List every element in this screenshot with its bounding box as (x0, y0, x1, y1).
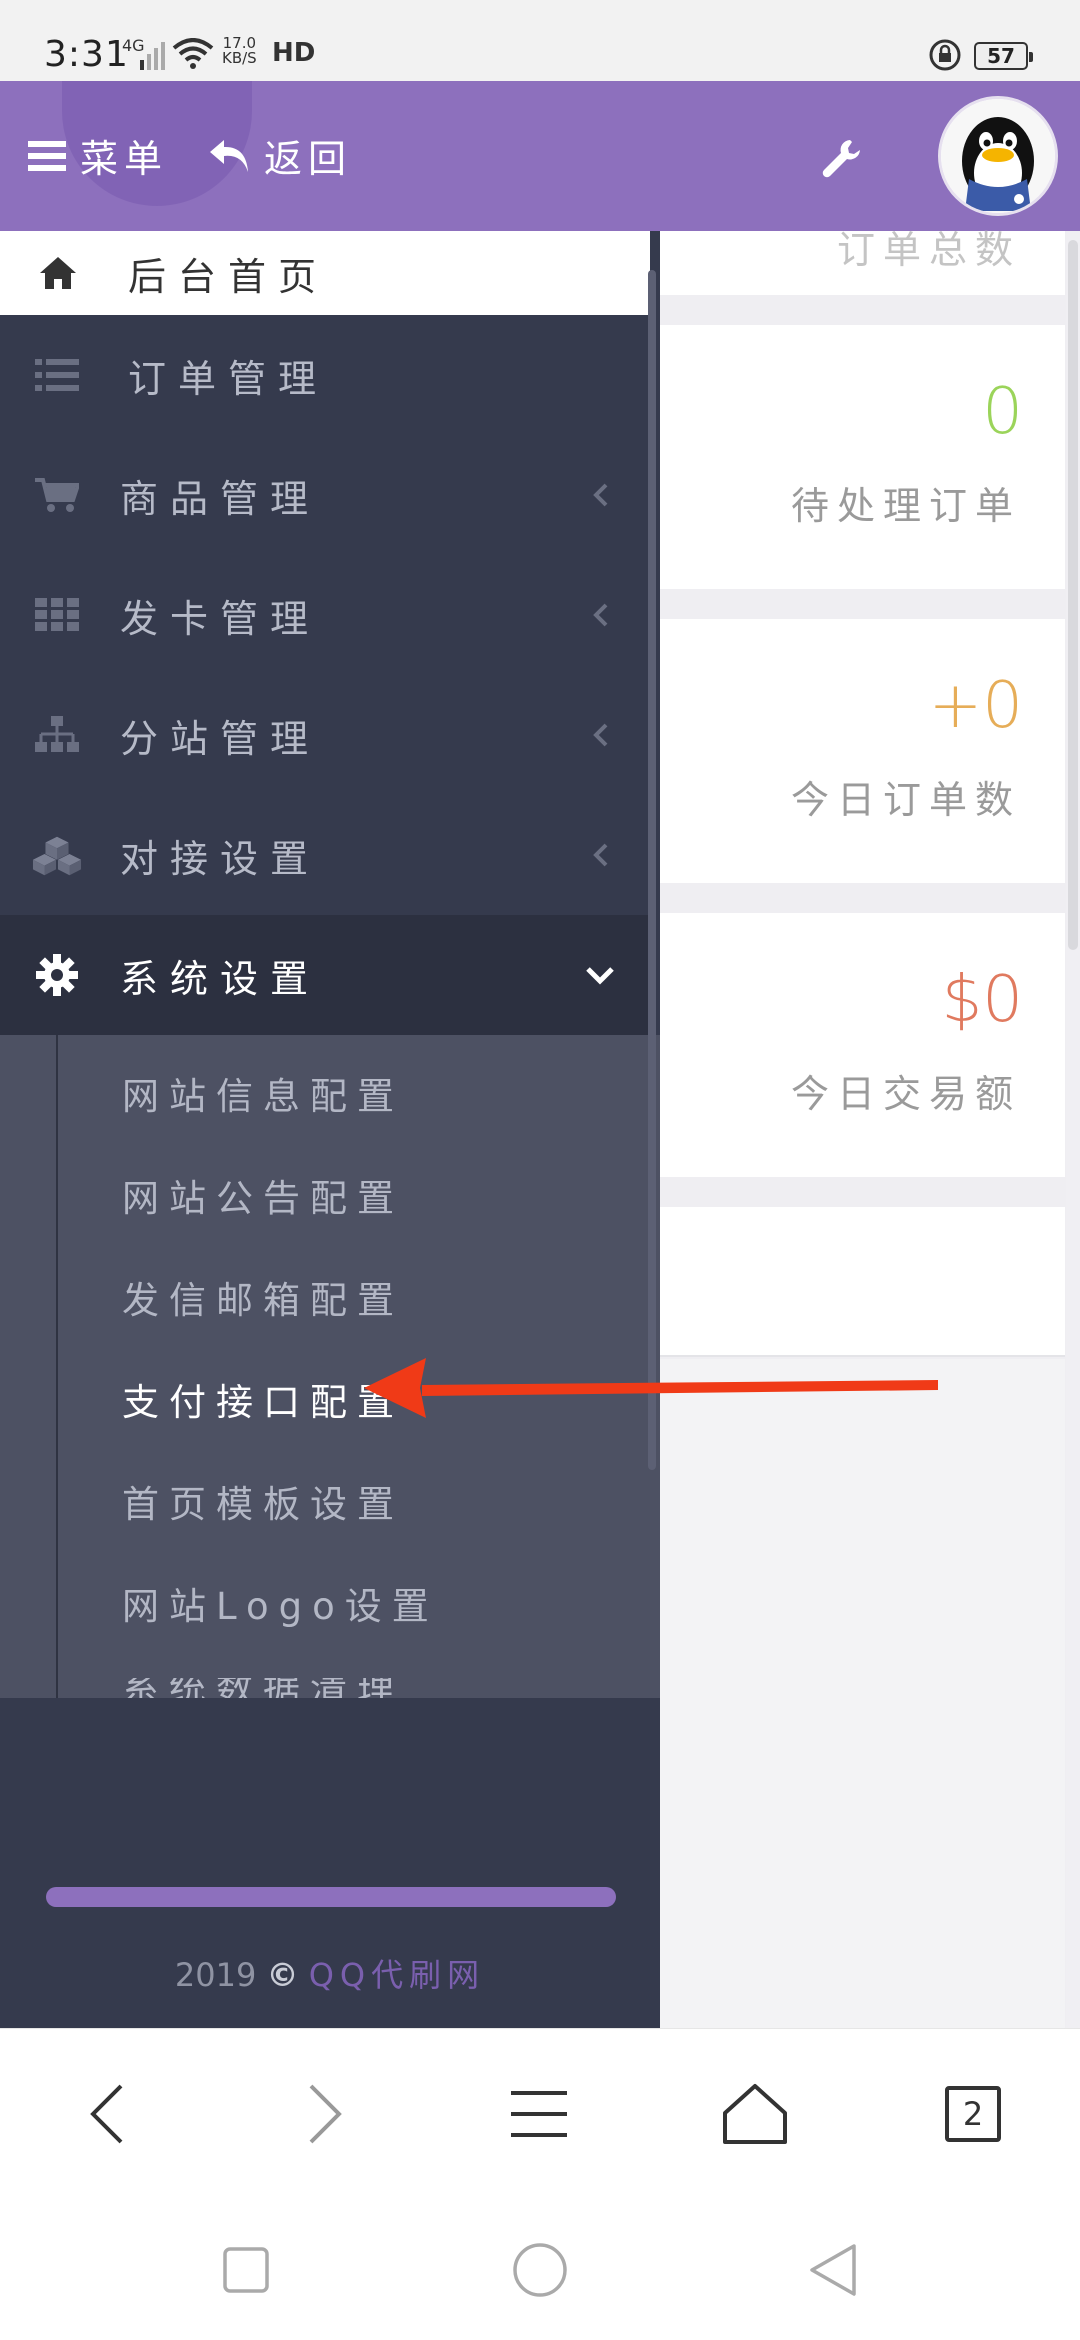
submenu-item-homepage-template[interactable]: 首页模板设置 (122, 1474, 404, 1528)
submenu-clip: 系统数据清理 (0, 1678, 660, 1698)
browser-menu-button[interactable] (494, 2069, 584, 2159)
menu-button[interactable]: 菜单 (28, 128, 168, 183)
submenu-item-mail[interactable]: 发信邮箱配置 (122, 1270, 404, 1324)
brand-link[interactable]: QQ代刷网 (309, 1956, 485, 1994)
submenu-item-logo[interactable]: 网站Logo设置 (122, 1576, 439, 1630)
chevron-right-icon (309, 2084, 342, 2144)
copyright-year: 2019 (174, 1956, 257, 1994)
annotation-arrow-icon (364, 1358, 938, 1418)
progress-bar (46, 1887, 616, 1907)
hamburger-icon (28, 140, 66, 171)
copyright: 2019 © QQ代刷网 (0, 1950, 660, 1996)
back-triangle-icon[interactable] (804, 2240, 864, 2300)
status-bar: 3:31 4G 17.0 KB/S HD 57 (0, 0, 1080, 81)
sidebar-item-label: 商品管理 (120, 476, 321, 521)
stat-label: 今日交易额 (790, 1072, 1021, 1116)
browser-back-button[interactable] (62, 2069, 152, 2159)
cart-icon (32, 470, 82, 520)
stat-label: 今日订单数 (790, 778, 1021, 822)
network-speed: 17.0 KB/S (222, 34, 257, 67)
wrench-icon[interactable] (820, 136, 864, 180)
status-time: 3:31 (44, 34, 129, 75)
sidebar-item-label: 系统设置 (120, 956, 321, 1001)
content-panel (660, 1207, 1065, 1357)
signal-icon (140, 42, 165, 70)
content-scrollbar-thumb[interactable] (1068, 240, 1078, 950)
rotation-lock-icon (929, 39, 961, 71)
home-icon (723, 2084, 787, 2144)
undo-icon (210, 139, 248, 172)
sidebar-item-products[interactable]: 商品管理 (0, 435, 650, 555)
home-circle-icon[interactable] (510, 2240, 570, 2300)
gear-icon (32, 950, 82, 1000)
tab-count: 2 (945, 2086, 1001, 2142)
stat-card-total-orders: 订单总数 (660, 228, 1065, 295)
system-navigation-bar (0, 2198, 1080, 2340)
stat-label: 待处理订单 (790, 484, 1021, 528)
sidebar-item-label: 订单管理 (128, 356, 329, 401)
submenu-item-site-info[interactable]: 网站信息配置 (122, 1066, 404, 1120)
browser-tabs-button[interactable]: 2 (928, 2069, 1018, 2159)
sidebar-item-system-settings[interactable]: 系统设置 (0, 915, 650, 1035)
recents-icon[interactable] (216, 2240, 276, 2300)
browser-forward-button[interactable] (280, 2069, 370, 2159)
sidebar-item-label: 后台首页 (128, 254, 329, 299)
sitemap-icon (32, 710, 82, 760)
sidebar-item-orders[interactable]: 订单管理 (0, 315, 650, 435)
wifi-icon (172, 38, 214, 69)
stat-card-today-revenue: $0 今日交易额 (660, 913, 1065, 1177)
chevron-left-icon (90, 2084, 123, 2144)
chevron-left-icon (593, 843, 608, 867)
menu-label: 菜单 (80, 137, 169, 181)
submenu-item-data-cleanup[interactable]: 系统数据清理 (122, 1678, 404, 1698)
sidebar-scrollbar[interactable] (648, 270, 656, 1470)
browser-home-button[interactable] (710, 2069, 800, 2159)
sidebar-item-cards[interactable]: 发卡管理 (0, 555, 650, 675)
sidebar-item-label: 分站管理 (120, 716, 321, 761)
hd-indicator: HD (272, 38, 316, 68)
chevron-left-icon (593, 603, 608, 627)
cubes-icon (32, 830, 82, 880)
list-icon (32, 350, 82, 400)
sidebar-item-label: 发卡管理 (120, 596, 321, 641)
stat-card-pending-orders: 0 待处理订单 (660, 325, 1065, 589)
stat-value: +0 (928, 669, 1023, 743)
copyright-symbol: © (266, 1956, 299, 1994)
dashboard-content: 订单总数 0 待处理订单 +0 今日订单数 $0 今日交易额 (660, 228, 1080, 2028)
back-label: 返回 (264, 137, 353, 181)
home-icon (40, 257, 76, 289)
stat-value: $0 (941, 963, 1023, 1037)
stat-card-today-orders: +0 今日订单数 (660, 619, 1065, 883)
stat-value: 0 (982, 375, 1023, 449)
content-panel-body (660, 1359, 1065, 2028)
sidebar-item-label: 对接设置 (120, 836, 321, 881)
back-button[interactable]: 返回 (206, 128, 352, 183)
chevron-down-icon (586, 967, 614, 985)
avatar[interactable] (938, 96, 1058, 216)
hamburger-icon (511, 2091, 567, 2137)
submenu-divider (56, 1035, 58, 1699)
sidebar-item-home[interactable]: 后台首页 (0, 231, 650, 315)
grid-icon (32, 590, 82, 640)
chevron-left-icon (593, 483, 608, 507)
chevron-left-icon (593, 723, 608, 747)
browser-toolbar: 2 (0, 2028, 1080, 2198)
submenu-item-announcement[interactable]: 网站公告配置 (122, 1168, 404, 1222)
sidebar-item-integration[interactable]: 对接设置 (0, 795, 650, 915)
stat-label: 订单总数 (836, 228, 1021, 272)
penguin-avatar-icon (941, 99, 1055, 213)
sidebar-item-substations[interactable]: 分站管理 (0, 675, 650, 795)
battery-indicator: 57 (974, 42, 1033, 70)
